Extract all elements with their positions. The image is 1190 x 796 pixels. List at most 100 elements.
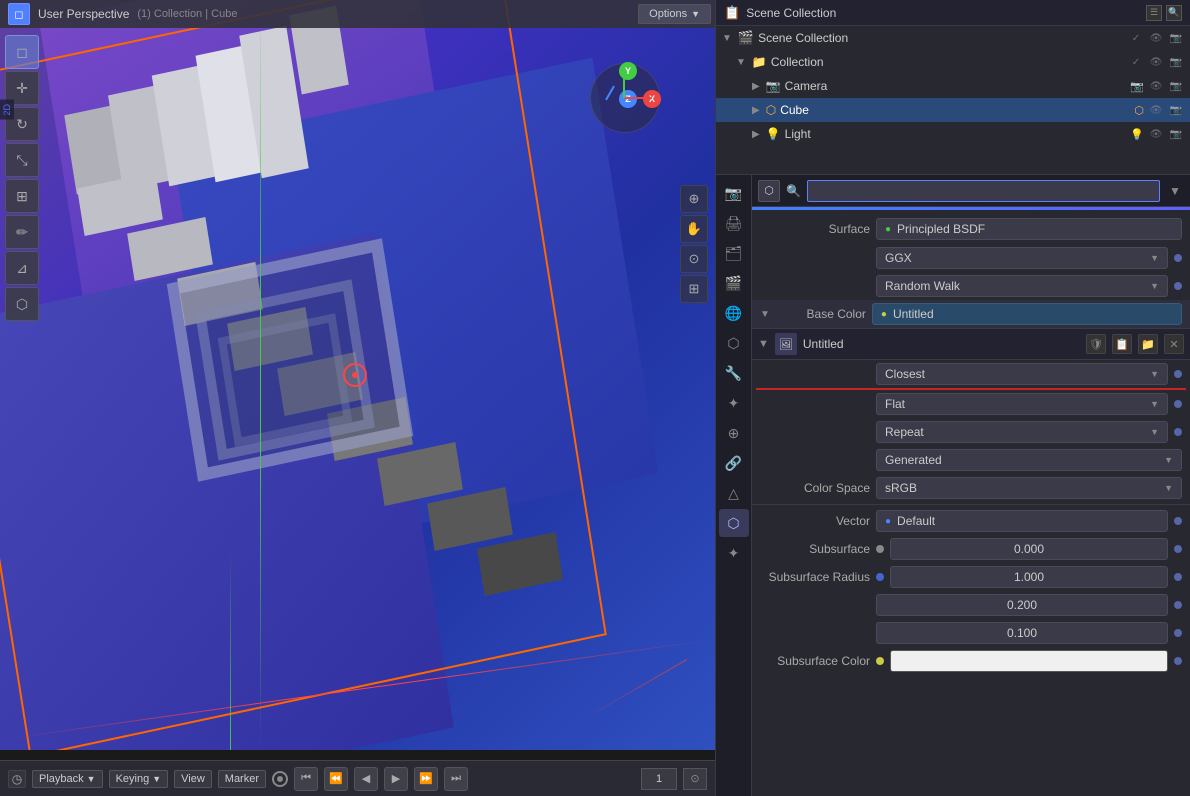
viewport-canvas[interactable]: X Y Z ◻ User Perspective (1) Collection … (0, 0, 715, 750)
texture-folder-btn[interactable]: 📁 (1138, 334, 1158, 354)
outliner-collection[interactable]: ▼ 📁 Collection ✓ 👁 📷 (716, 50, 1190, 74)
outliner-light[interactable]: ▶ 💡 Light 💡 👁 📷 (716, 122, 1190, 146)
props-data-icon[interactable]: △ (719, 479, 749, 507)
colorspace-dropdown[interactable]: sRGB ▼ (876, 477, 1182, 499)
props-material-icon[interactable]: ⬡ (719, 509, 749, 537)
texture-copy-btn[interactable]: 📋 (1112, 334, 1132, 354)
subsurface-value[interactable]: 0.000 (890, 538, 1168, 560)
subsurface-color-swatch[interactable] (890, 650, 1168, 672)
play-btn[interactable]: ▶ (384, 767, 408, 791)
collection-checkbox[interactable]: ✓ (1128, 54, 1144, 70)
ggx-dropdown[interactable]: GGX ▼ (876, 247, 1168, 269)
options-button[interactable]: Options ▼ (638, 4, 711, 24)
prev-frame-btn[interactable]: ◀ (354, 767, 378, 791)
prev-keyframe-btn[interactable]: ⏪ (324, 767, 348, 791)
collection-render[interactable]: 📷 (1168, 54, 1184, 70)
cube-render[interactable]: 📷 (1168, 102, 1184, 118)
timeline-icon[interactable]: ◷ (8, 770, 26, 788)
subsurface-radius3-dot[interactable] (1174, 629, 1182, 637)
surface-shader-field[interactable]: Principled BSDF (876, 218, 1182, 240)
props-shaderfx-icon[interactable]: ✦ (719, 539, 749, 567)
skip-first-btn[interactable]: ⏮ (294, 767, 318, 791)
view-menu[interactable]: View (174, 770, 212, 788)
randomwalk-dropdown[interactable]: Random Walk ▼ (876, 275, 1168, 297)
props-world-icon[interactable]: 🌐 (719, 299, 749, 327)
props-viewlayer-icon[interactable]: 🗂 (719, 239, 749, 267)
skip-last-btn[interactable]: ⏭ (444, 767, 468, 791)
props-modifier-icon[interactable]: 🔧 (719, 359, 749, 387)
scene-collection-visibility[interactable]: 👁 (1148, 30, 1164, 46)
grid-btn[interactable]: ⊞ (680, 275, 708, 303)
nav-axes-gizmo[interactable]: X Y Z (585, 58, 665, 138)
props-particles-icon[interactable]: ✦ (719, 389, 749, 417)
props-expand-btn[interactable]: ▼ (1166, 182, 1184, 200)
outliner-camera[interactable]: ▶ 📷 Camera 📷 👁 📷 (716, 74, 1190, 98)
tool-annotate[interactable]: ✏ (5, 215, 39, 249)
outliner-cube[interactable]: ▶ ⬡ Cube ⬡ 👁 📷 (716, 98, 1190, 122)
subsurface-radius-3[interactable]: 0.100 (876, 622, 1168, 644)
props-scene-icon[interactable]: 🎬 (719, 269, 749, 297)
grab-btn[interactable]: ✋ (680, 215, 708, 243)
tool-cubeview[interactable]: ⬡ (5, 287, 39, 321)
camera-visibility[interactable]: 👁 (1148, 78, 1164, 94)
camera-render[interactable]: 📷 (1168, 78, 1184, 94)
randomwalk-dot[interactable] (1174, 282, 1182, 290)
tool-scale[interactable]: ⤡ (5, 143, 39, 177)
texture-shield-btn[interactable]: 🛡 (1086, 334, 1106, 354)
light-render[interactable]: 📷 (1168, 126, 1184, 142)
base-color-field[interactable]: Untitled (872, 303, 1182, 325)
source-dropdown[interactable]: Generated ▼ (876, 449, 1182, 471)
props-constraints-icon[interactable]: 🔗 (719, 449, 749, 477)
props-object-icon[interactable]: ⬡ (719, 329, 749, 357)
props-header-icon[interactable]: ⬡ (758, 180, 780, 202)
tool-transform[interactable]: ⊞ (5, 179, 39, 213)
axis-x-ball[interactable]: X (643, 90, 661, 108)
subsurface-radius2-dot[interactable] (1174, 601, 1182, 609)
vector-field[interactable]: Default (876, 510, 1168, 532)
props-render-icon[interactable]: 📷 (719, 179, 749, 207)
axis-z-ball[interactable]: Z (619, 90, 637, 108)
outliner-search-btn[interactable]: 🔍 (1166, 5, 1182, 21)
collection-visibility[interactable]: 👁 (1148, 54, 1164, 70)
projection-dot[interactable] (1174, 400, 1182, 408)
playback-menu[interactable]: Playback ▼ (32, 770, 103, 788)
viewport-mode-icon[interactable]: ◻ (8, 3, 30, 25)
next-frame-btn[interactable]: ⏩ (414, 767, 438, 791)
fly-camera-btn[interactable]: ⊙ (680, 245, 708, 273)
subsurface-radius-2[interactable]: 0.200 (876, 594, 1168, 616)
camera-controls: 👁 📷 (1148, 78, 1184, 94)
axis-y-line (623, 71, 625, 98)
base-color-expand-icon[interactable]: ▼ (760, 309, 770, 320)
playback-dot-icon[interactable] (272, 771, 288, 787)
outliner-filter-btn[interactable]: ☰ (1146, 5, 1162, 21)
scene-collection-checkbox[interactable]: ✓ (1128, 30, 1144, 46)
texture-close-btn[interactable]: ✕ (1164, 334, 1184, 354)
ggx-dot[interactable] (1174, 254, 1182, 262)
interpolation-dot[interactable] (1174, 370, 1182, 378)
projection-dropdown[interactable]: Flat ▼ (876, 393, 1168, 415)
props-output-icon[interactable]: 🖨 (719, 209, 749, 237)
tool-select[interactable]: ◻ (5, 35, 39, 69)
interpolation-dropdown[interactable]: Closest ▼ (876, 363, 1168, 385)
subsurface-radius-row: Subsurface Radius 1.000 (752, 563, 1190, 591)
end-frame-icon[interactable]: ⊙ (683, 768, 707, 790)
extension-dropdown[interactable]: Repeat ▼ (876, 421, 1168, 443)
tool-measure[interactable]: ⊿ (5, 251, 39, 285)
extension-dot[interactable] (1174, 428, 1182, 436)
zoom-btn[interactable]: ⊕ (680, 185, 708, 213)
cube-visibility[interactable]: 👁 (1148, 102, 1164, 118)
scene-collection-render[interactable]: 📷 (1168, 30, 1184, 46)
vector-dot[interactable] (1174, 517, 1182, 525)
props-physics-icon[interactable]: ⊕ (719, 419, 749, 447)
frame-display[interactable]: 1 (641, 768, 677, 790)
marker-menu[interactable]: Marker (218, 770, 266, 788)
subsurface-color-dot-right[interactable] (1174, 657, 1182, 665)
subsurface-radius-dot-right[interactable] (1174, 573, 1182, 581)
axis-y-ball[interactable]: Y (619, 62, 637, 80)
props-search-input[interactable] (807, 180, 1160, 202)
subsurface-radius-1[interactable]: 1.000 (890, 566, 1168, 588)
light-visibility[interactable]: 👁 (1148, 126, 1164, 142)
outliner-scene-collection[interactable]: ▼ 🎬 Scene Collection ✓ 👁 📷 (716, 26, 1190, 50)
keying-menu[interactable]: Keying ▼ (109, 770, 169, 788)
subsurface-dot-right[interactable] (1174, 545, 1182, 553)
